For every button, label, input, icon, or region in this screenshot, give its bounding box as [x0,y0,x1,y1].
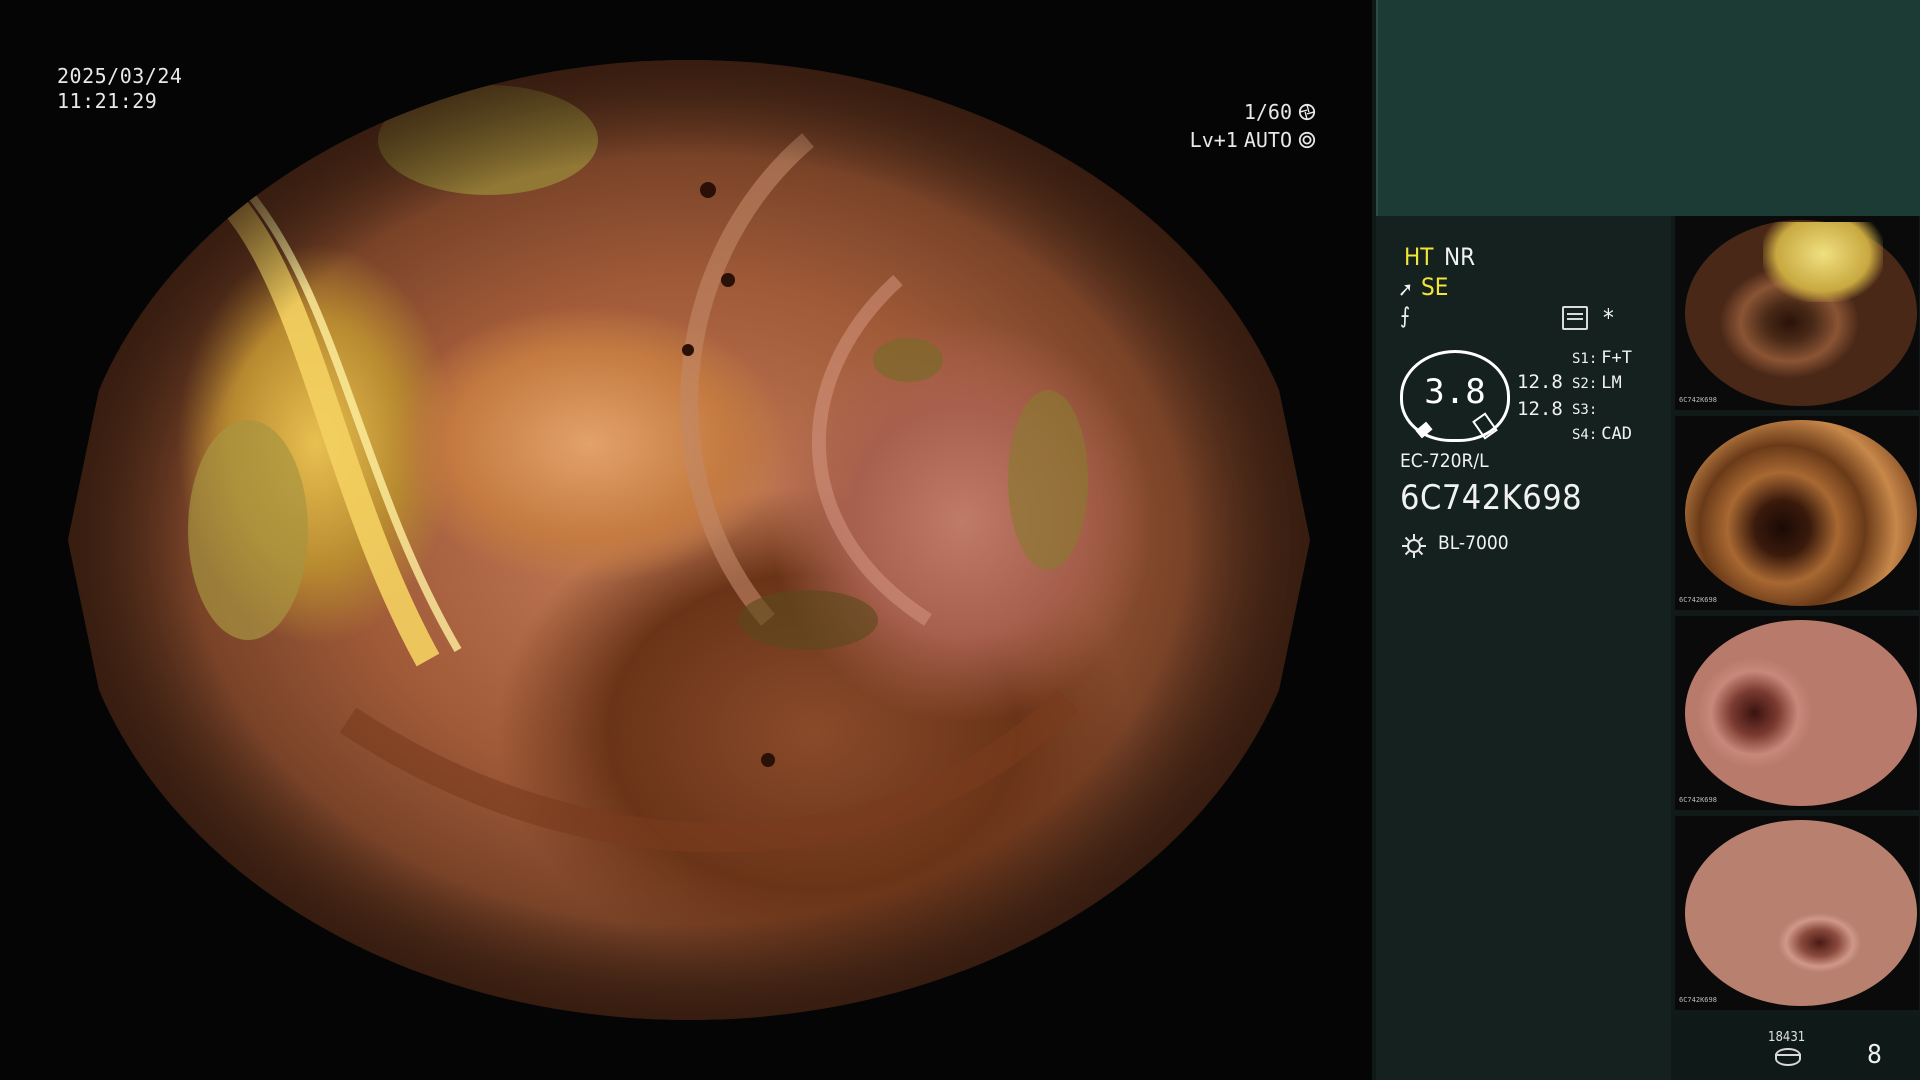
thumbnail-stamp: 6C742K698 [1679,796,1717,804]
storage-counter: 18431 [1768,1030,1806,1045]
hook-icon: ⨍ [1400,304,1411,329]
scope-serial: 6C742K698 [1400,478,1583,518]
iris-icon [1298,131,1316,149]
gauge-value: 3.8 [1424,372,1486,412]
switch-s3: S3: [1572,402,1598,418]
osd-date: 2025/03/24 [57,64,183,88]
gauge-right-mark [1472,412,1498,440]
osd-shutter-row: 1/60 [1244,100,1316,124]
thumbnail-stamp: 6C742K698 [1679,396,1717,404]
osd-level: Lv+1 [1189,128,1238,152]
capture-thumbnails: 6C742K698 6C742K698 6C742K698 6C742K698 [1671,216,1920,1016]
osd-shutter: 1/60 [1243,100,1292,124]
enhancement-icon: ➚ [1398,277,1414,301]
thumbnail-1[interactable]: 6C742K698 [1675,216,1919,410]
star-icon: * [1603,304,1614,332]
storage-icon [1775,1048,1801,1066]
switch-s4: S4: CAD [1572,424,1633,444]
colon-lumen-image [68,60,1310,1020]
thumbnail-image [1685,820,1917,1006]
capture-count: 8 [1867,1040,1882,1070]
side-panel: HT NR ➚ SE ⨍ * 3.8 12.8 12.8 S1: F+T S2: L… [1372,0,1920,1080]
gauge-left-mark [1415,421,1433,439]
mode-nr: NR [1444,243,1476,271]
zoom-gauge: 3.8 [1400,350,1510,442]
thumbnail-2[interactable]: 6C742K698 [1675,416,1919,610]
switch-s1: S1: F+T [1572,348,1633,368]
value-bottom: 12.8 [1517,398,1563,420]
scope-model: EC-720R/L [1400,450,1489,472]
thumbnail-4[interactable]: 6C742K698 [1675,816,1919,1010]
panel-top-area [1376,0,1920,216]
osd-time: 11:21:29 [57,89,158,113]
settings-panel: HT NR ➚ SE ⨍ * 3.8 12.8 12.8 S1: F+T S2: L… [1376,216,1671,1080]
thumbnail-stamp: 6C742K698 [1679,996,1717,1004]
mode-se: SE [1421,273,1449,301]
light-source-icon [1402,534,1426,558]
switch-s2: S2: LM [1572,373,1622,393]
shutter-icon [1298,103,1316,121]
mode-ht: HT [1404,243,1434,271]
light-source-name: BL-7000 [1438,532,1509,554]
thumbnail-debris [1763,222,1883,302]
osd-iris: AUTO [1243,128,1292,152]
value-top: 12.8 [1517,371,1563,393]
endoscope-live-view [68,60,1310,1020]
thumbnail-image [1685,620,1917,806]
thumbnail-3[interactable]: 6C742K698 [1675,616,1919,810]
osd-level-row: Lv+1 AUTO [1190,128,1316,152]
menu-icon [1562,306,1588,330]
thumbnail-stamp: 6C742K698 [1679,596,1717,604]
video-area: 2025/03/24 11:21:29 1/60 Lv+1 AUTO [0,0,1372,1080]
thumbnail-image [1685,420,1917,606]
